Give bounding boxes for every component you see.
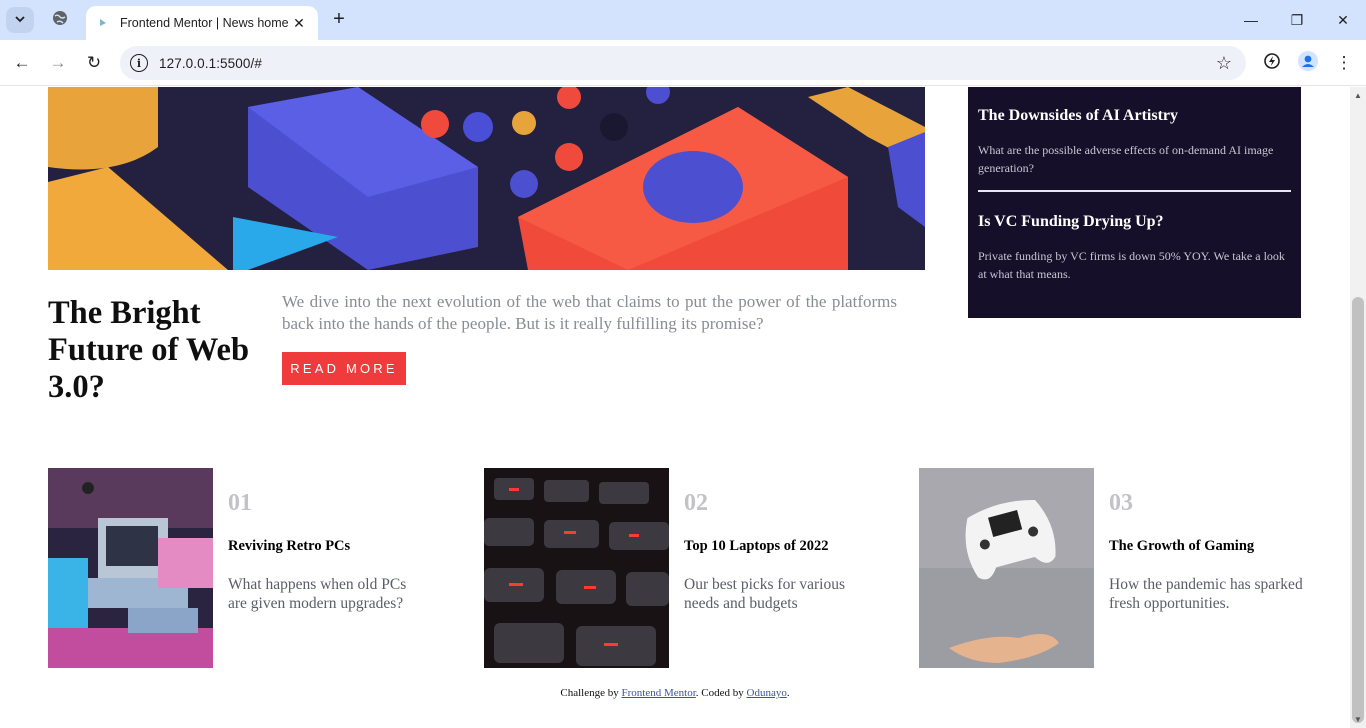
browser-menu-button[interactable]: ⋮: [1330, 49, 1358, 77]
article-card-laptops[interactable]: 02 Top 10 Laptops of 2022 Our best picks…: [484, 468, 904, 668]
reload-icon: ↻: [86, 53, 102, 72]
card-title[interactable]: The Growth of Gaming: [1109, 538, 1254, 555]
tab-inactive[interactable]: [46, 8, 74, 32]
news-item-desc: What are the possible adverse effects of…: [978, 143, 1274, 175]
profile-button[interactable]: [1294, 49, 1322, 77]
new-articles-panel: The Downsides of AI Artistry What are th…: [968, 87, 1301, 318]
news-item-desc: Private funding by VC firms is down 50% …: [978, 249, 1285, 281]
bookmark-star-icon[interactable]: ☆: [1216, 53, 1232, 74]
arrow-left-icon: ←: [13, 53, 31, 72]
laptops-image: [484, 468, 669, 668]
avatar-icon: [1298, 50, 1318, 76]
footer-suffix: .: [786, 687, 790, 699]
page-scrollbar[interactable]: ▲ ▼: [1350, 87, 1366, 728]
arrow-right-icon: →: [49, 53, 67, 72]
frontend-mentor-link[interactable]: Frontend Mentor: [622, 687, 696, 699]
close-window-button[interactable]: ✕: [1320, 0, 1366, 40]
card-desc: What happens when old PCs are given mode…: [228, 576, 407, 612]
footer-middle: . Coded by: [695, 687, 747, 699]
card-desc: How the pandemic has sparked fresh oppor…: [1109, 576, 1303, 612]
scroll-thumb[interactable]: [1352, 297, 1364, 723]
extension-button[interactable]: [1258, 49, 1286, 77]
author-link[interactable]: Odunayo: [747, 687, 787, 699]
browser-toolbar: ← → ↻ i 127.0.0.1:5500/# ☆ ⋮: [0, 40, 1366, 86]
new-tab-button[interactable]: +: [328, 8, 350, 32]
news-item-ai-artistry[interactable]: The Downsides of AI Artistry What are th…: [978, 107, 1291, 177]
card-desc: Our best picks for various needs and bud…: [684, 576, 845, 612]
minimize-icon: —: [1244, 12, 1258, 28]
hero-headline: The Bright Future of Web 3.0?: [48, 295, 250, 405]
close-tab-icon[interactable]: ✕: [290, 15, 308, 32]
scroll-up-arrow-icon[interactable]: ▲: [1354, 91, 1362, 100]
news-divider: [978, 190, 1291, 192]
page-viewport: The Bright Future of Web 3.0? We dive in…: [0, 87, 1350, 728]
back-button[interactable]: ←: [8, 49, 36, 77]
hero-lede: We dive into the next evolution of the w…: [282, 292, 897, 333]
tab-active[interactable]: Frontend Mentor | News homepage ✕: [86, 6, 318, 40]
tab-search-button[interactable]: [6, 7, 34, 33]
tab-title: Frontend Mentor | News homepage: [120, 16, 288, 30]
restore-button[interactable]: ❐: [1274, 0, 1320, 40]
close-icon: ✕: [1337, 11, 1349, 28]
tab-strip: Frontend Mentor | News homepage ✕ + — ❐ …: [0, 0, 1366, 40]
restore-icon: ❐: [1290, 11, 1304, 28]
globe-icon: [52, 10, 68, 31]
article-card-retro-pcs[interactable]: 01 Reviving Retro PCs What happens when …: [48, 468, 468, 668]
chevron-down-icon: [14, 13, 26, 28]
frontend-mentor-favicon-icon: [96, 16, 110, 30]
card-title[interactable]: Reviving Retro PCs: [228, 538, 350, 555]
attribution-footer: Challenge by Frontend Mentor. Coded by O…: [0, 687, 1350, 699]
scroll-down-arrow-icon[interactable]: ▼: [1354, 715, 1362, 724]
reload-button[interactable]: ↻: [80, 49, 108, 77]
article-card-gaming[interactable]: 03 The Growth of Gaming How the pandemic…: [919, 468, 1339, 668]
retro-pcs-image: [48, 468, 213, 668]
url-text[interactable]: 127.0.0.1:5500/#: [159, 56, 262, 71]
gaming-image: [919, 468, 1094, 668]
card-number: 02: [684, 490, 708, 516]
card-number: 03: [1109, 490, 1133, 516]
card-number: 01: [228, 490, 252, 516]
read-more-button[interactable]: READ MORE: [282, 352, 406, 385]
address-bar[interactable]: i 127.0.0.1:5500/# ☆: [120, 46, 1246, 80]
footer-prefix: Challenge by: [560, 687, 622, 699]
news-item-title[interactable]: The Downsides of AI Artistry: [978, 107, 1291, 125]
kebab-menu-icon: ⋮: [1335, 53, 1353, 72]
extension-icon: [1263, 52, 1281, 75]
news-item-title[interactable]: Is VC Funding Drying Up?: [978, 213, 1291, 231]
minimize-button[interactable]: —: [1228, 0, 1274, 40]
card-title[interactable]: Top 10 Laptops of 2022: [684, 538, 829, 555]
forward-button[interactable]: →: [44, 49, 72, 77]
site-info-icon[interactable]: i: [130, 54, 148, 72]
news-item-vc-funding[interactable]: Is VC Funding Drying Up? Private funding…: [978, 213, 1291, 283]
hero-image: [48, 87, 925, 270]
